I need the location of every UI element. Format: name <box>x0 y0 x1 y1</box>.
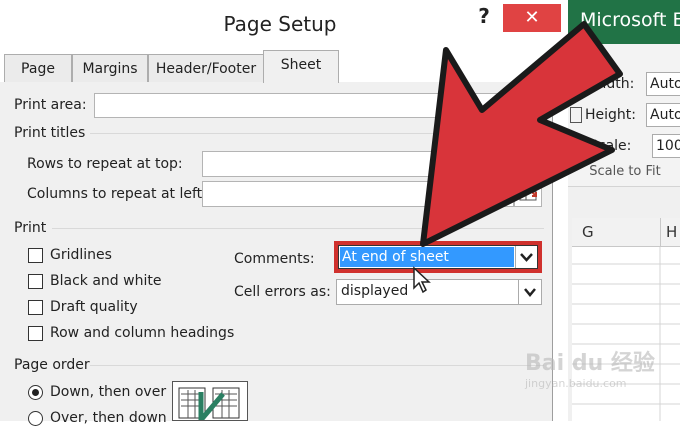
cell-errors-dropdown[interactable]: displayed <box>336 279 542 305</box>
comments-dropdown-button[interactable] <box>515 246 537 268</box>
baidu-watermark: Bai du 经验 jingyan.baidu.com <box>525 345 655 405</box>
close-button[interactable]: ✕ <box>503 4 561 32</box>
rows-repeat-field[interactable] <box>202 151 544 177</box>
width-icon <box>570 78 586 90</box>
scale-row: Scale: <box>570 138 631 154</box>
column-h-header[interactable]: H <box>666 223 677 241</box>
page-setup-dialog: Page Setup ? ✕ Page Margins Header/Foote… <box>0 0 568 426</box>
width-field[interactable]: Auto <box>646 72 680 96</box>
watermark-text: Bai du 经验 <box>525 351 655 376</box>
tab-page[interactable]: Page <box>4 54 72 82</box>
print-divider <box>52 228 544 229</box>
gridlines-label[interactable]: Gridlines <box>50 247 112 263</box>
over-then-down-label[interactable]: Over, then down <box>50 410 167 426</box>
print-titles-divider <box>90 133 544 134</box>
column-header: G H <box>572 218 680 247</box>
height-label: Height: <box>585 107 636 123</box>
comments-label: Comments: <box>234 251 315 267</box>
width-label: Width: <box>589 76 635 92</box>
cols-repeat-field[interactable] <box>202 181 514 207</box>
scale-field[interactable]: 100 <box>652 134 680 158</box>
print-section-label: Print <box>14 220 47 236</box>
chevron-down-icon <box>524 288 536 297</box>
cell-errors-dropdown-button[interactable] <box>518 280 541 304</box>
draft-quality-checkbox[interactable] <box>28 300 43 315</box>
cell-errors-value: displayed <box>341 283 409 299</box>
over-then-down-radio[interactable] <box>28 411 43 426</box>
excel-title: Microsoft Ex <box>580 9 680 31</box>
collapse-dialog-icon <box>519 187 537 201</box>
mouse-cursor-icon <box>413 266 431 294</box>
scale-label: Scale: <box>589 138 632 154</box>
print-area-label: Print area: <box>14 97 87 113</box>
row-col-headings-label[interactable]: Row and column headings <box>50 325 234 341</box>
draft-quality-label[interactable]: Draft quality <box>50 299 138 315</box>
ribbon-group-label: Scale to Fit <box>589 164 661 179</box>
rows-repeat-label: Rows to repeat at top: <box>27 156 183 172</box>
tab-sheet[interactable]: Sheet <box>263 50 339 83</box>
height-icon <box>570 107 582 123</box>
tab-margins[interactable]: Margins <box>72 54 148 82</box>
page-order-preview-icon <box>172 381 248 421</box>
black-white-label[interactable]: Black and white <box>50 273 161 289</box>
height-row: Height: <box>570 107 636 123</box>
cols-repeat-label: Columns to repeat at left: <box>27 186 207 202</box>
comments-selected-value: At end of sheet <box>340 247 514 267</box>
cell-errors-label: Cell errors as: <box>234 284 331 300</box>
scale-icon <box>570 139 586 153</box>
height-field[interactable]: Auto <box>646 103 680 127</box>
down-then-over-label[interactable]: Down, then over <box>50 384 166 400</box>
radio-selected-dot <box>32 389 39 396</box>
width-row: Width: <box>570 76 634 92</box>
collapse-dialog-button[interactable] <box>514 181 542 207</box>
print-titles-label: Print titles <box>14 125 86 141</box>
black-white-checkbox[interactable] <box>28 274 43 289</box>
comments-dropdown[interactable]: At end of sheet <box>338 245 538 269</box>
watermark-url: jingyan.baidu.com <box>525 377 627 390</box>
column-divider <box>660 218 661 246</box>
gridlines-checkbox[interactable] <box>28 248 43 263</box>
help-button[interactable]: ? <box>474 4 494 30</box>
row-col-headings-checkbox[interactable] <box>28 326 43 341</box>
down-then-over-radio[interactable] <box>28 385 43 400</box>
page-order-label: Page order <box>14 357 90 373</box>
chevron-down-icon <box>520 253 533 262</box>
page-order-divider <box>90 365 544 366</box>
print-area-field[interactable] <box>94 93 544 118</box>
column-g-header[interactable]: G <box>582 223 594 241</box>
tab-header-footer[interactable]: Header/Footer <box>148 54 264 82</box>
